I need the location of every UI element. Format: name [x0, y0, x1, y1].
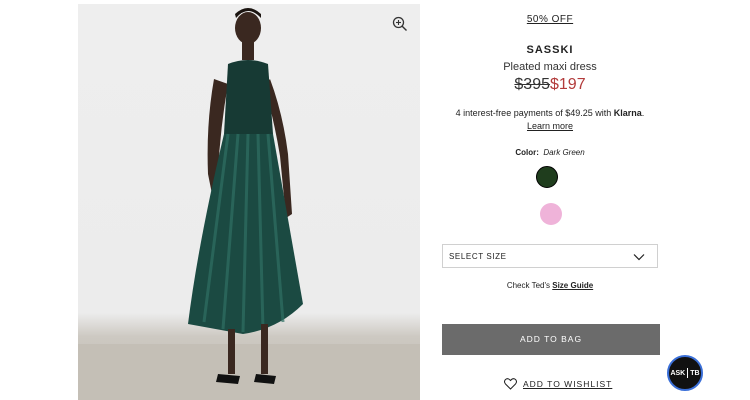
product-subtitle: Pleated maxi dress: [503, 61, 597, 73]
klarna-message: 4 interest-free payments of $49.25 with …: [455, 108, 645, 118]
add-to-wishlist-button[interactable]: ADD TO WISHLIST: [504, 378, 612, 390]
color-swatch-pink[interactable]: [540, 203, 562, 225]
color-value: Dark Green: [543, 148, 585, 157]
klarna-brand: Klarna: [613, 108, 642, 118]
original-price: $395: [514, 76, 550, 93]
discount-badge: 50% OFF: [526, 14, 574, 25]
product-image[interactable]: [78, 4, 420, 400]
zoom-in-icon[interactable]: [392, 16, 408, 32]
learn-more-link[interactable]: Learn more: [440, 121, 660, 131]
color-label: Color: Dark Green: [515, 148, 585, 157]
product-panel: 50% OFF SASSKI Pleated maxi dress $395$1…: [440, 0, 660, 400]
add-to-bag-button[interactable]: ADD TO BAG: [442, 324, 660, 355]
color-swatch-dark-green[interactable]: [536, 166, 558, 188]
price-row: $395$197: [440, 76, 660, 94]
size-select[interactable]: SELECT SIZE: [442, 244, 658, 268]
product-name: SASSKI: [526, 44, 574, 56]
model-illustration: [78, 8, 420, 400]
ask-tb-chat-button[interactable]: ASK TB: [667, 355, 703, 391]
left-margin: [0, 0, 78, 400]
sale-price: $197: [550, 76, 586, 93]
chevron-down-icon: [633, 251, 645, 263]
size-guide-link[interactable]: Size Guide: [552, 281, 593, 290]
heart-icon: [504, 378, 517, 390]
size-guide-text: Check Ted's Size Guide: [506, 281, 594, 290]
